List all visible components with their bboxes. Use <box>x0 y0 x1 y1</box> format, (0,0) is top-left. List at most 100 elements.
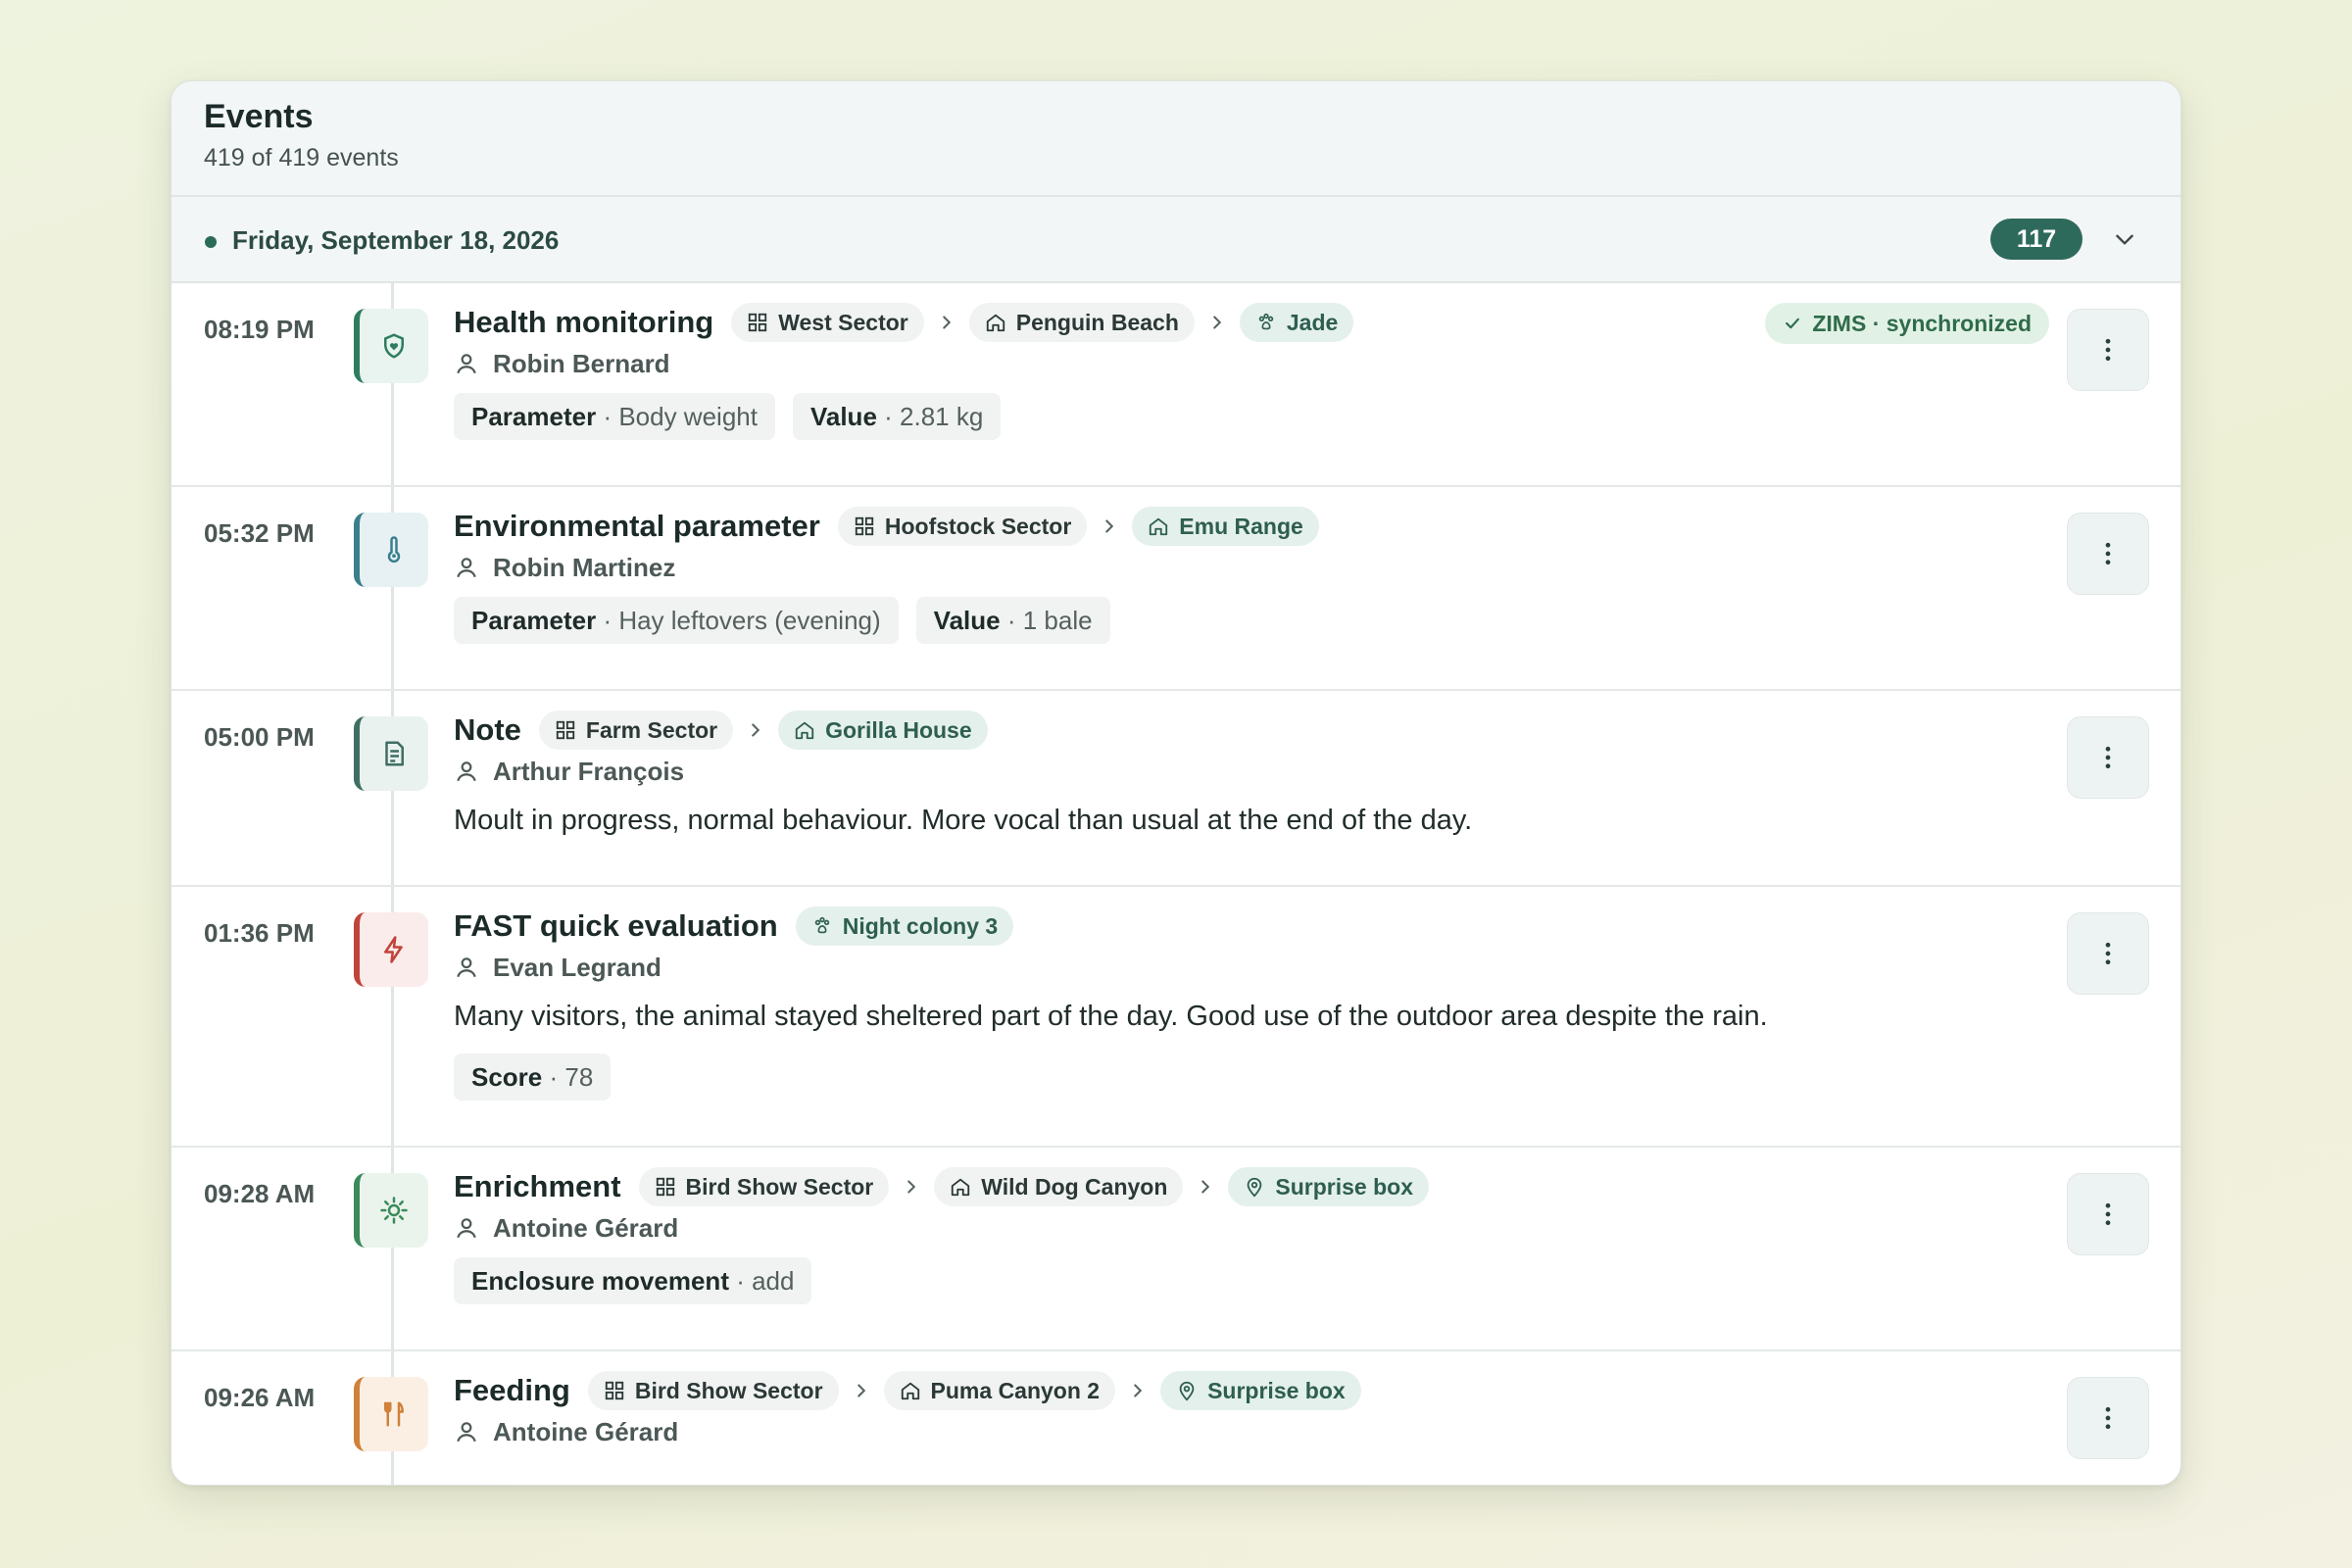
sector-chip[interactable]: Bird Show Sector <box>638 1167 890 1206</box>
event-row[interactable]: 09:26 AM Feeding Bird Show Sector Puma C… <box>172 1351 2180 1485</box>
lightning-icon <box>354 912 428 987</box>
sector-chip[interactable]: Hoofstock Sector <box>837 507 1088 546</box>
chevron-right-icon <box>1206 312 1228 333</box>
sector-label: Bird Show Sector <box>634 1377 823 1403</box>
event-row[interactable]: 05:00 PM Note Farm Sector Gorilla House … <box>172 691 2180 887</box>
user-icon <box>457 1218 476 1239</box>
paw-icon <box>1258 313 1274 330</box>
sector-chip[interactable]: West Sector <box>731 303 924 342</box>
event-note-text: Moult in progress, normal behaviour. Mor… <box>454 805 1473 836</box>
grid-icon <box>749 313 767 332</box>
home-icon <box>1150 517 1168 536</box>
more-options-button[interactable] <box>2067 309 2149 391</box>
user-name: Evan Legrand <box>493 952 662 982</box>
event-time: 09:26 AM <box>204 1383 316 1412</box>
grid-icon <box>556 720 575 740</box>
event-time: 09:28 AM <box>204 1179 316 1208</box>
event-user: Robin Martinez <box>454 548 675 587</box>
chevron-right-icon <box>936 312 957 333</box>
user-name: Antoine Gérard <box>493 1212 679 1243</box>
value-tag: Value · 2.81 kg <box>792 393 1002 440</box>
animal-label: Jade <box>1286 309 1339 335</box>
chevron-right-icon <box>1195 1176 1216 1198</box>
grid-icon <box>656 1177 674 1197</box>
event-title: Note <box>454 712 521 747</box>
chevron-right-icon <box>745 719 766 741</box>
grid-icon <box>855 516 874 536</box>
score-tag: Score · 78 <box>454 1054 612 1101</box>
enclosure-chip[interactable]: Gorilla House <box>778 710 988 750</box>
sector-chip[interactable]: Farm Sector <box>538 710 734 750</box>
location-pin-icon <box>1248 1177 1262 1198</box>
more-vertical-icon <box>2105 542 2111 565</box>
home-icon <box>986 314 1004 332</box>
more-vertical-icon <box>2105 1406 2111 1430</box>
more-vertical-icon <box>2105 338 2111 362</box>
day-dot-icon <box>205 236 217 248</box>
more-options-button[interactable] <box>2067 1173 2149 1255</box>
event-user: Antoine Gérard <box>454 1208 678 1248</box>
animal-chip[interactable]: Night colony 3 <box>795 906 1014 946</box>
more-options-button[interactable] <box>2067 716 2149 799</box>
event-time: 05:00 PM <box>204 722 315 752</box>
sector-label: Farm Sector <box>585 716 718 743</box>
enclosure-chip[interactable]: Emu Range <box>1132 507 1319 546</box>
zims-status-badge: ZIMS · synchronized <box>1765 303 2049 344</box>
thermometer-icon <box>354 513 428 587</box>
chevron-right-icon <box>901 1176 922 1198</box>
user-name: Arthur François <box>493 756 685 786</box>
location-pin-icon <box>1179 1381 1195 1401</box>
more-vertical-icon <box>2105 942 2111 965</box>
event-row[interactable]: 05:32 PM Environmental parameter Hoofsto… <box>172 487 2180 691</box>
event-user: Robin Bernard <box>454 344 670 383</box>
events-header: Events 419 of 419 events <box>172 81 2180 197</box>
enclosure-label: Wild Dog Canyon <box>981 1173 1168 1200</box>
user-name: Antoine Gérard <box>493 1416 679 1446</box>
spot-label: Surprise box <box>1207 1377 1346 1403</box>
more-options-button[interactable] <box>2067 513 2149 595</box>
enclosure-chip[interactable]: Penguin Beach <box>968 303 1195 342</box>
enclosure-label: Puma Canyon 2 <box>930 1377 1101 1403</box>
sector-label: West Sector <box>778 309 908 335</box>
event-user: Arthur François <box>454 752 684 791</box>
spot-chip[interactable]: Surprise box <box>1160 1371 1361 1410</box>
more-vertical-icon <box>2105 1202 2111 1226</box>
user-icon <box>457 957 476 978</box>
home-icon <box>952 1178 970 1197</box>
day-group-header[interactable]: Friday, September 18, 2026 117 <box>172 197 2180 283</box>
enclosure-chip[interactable]: Puma Canyon 2 <box>883 1371 1116 1410</box>
event-row[interactable]: 09:28 AM Enrichment Bird Show Sector Wil… <box>172 1148 2180 1351</box>
event-time: 08:19 PM <box>204 315 315 344</box>
spot-label: Surprise box <box>1275 1173 1414 1200</box>
animal-label: Night colony 3 <box>842 912 999 939</box>
chevron-right-icon <box>851 1380 872 1401</box>
more-options-button[interactable] <box>2067 912 2149 995</box>
fork-knife-icon <box>354 1377 428 1451</box>
spot-chip[interactable]: Surprise box <box>1228 1167 1430 1206</box>
day-label: Friday, September 18, 2026 <box>232 225 560 255</box>
event-title: Environmental parameter <box>454 509 820 543</box>
user-icon <box>457 558 476 578</box>
user-icon <box>457 1422 476 1443</box>
parameter-tag: Parameter · Body weight <box>454 393 775 440</box>
events-count: 419 of 419 events <box>204 144 399 172</box>
zims-status-label: ZIMS · synchronized <box>1812 310 2032 336</box>
chevron-down-icon[interactable] <box>2112 226 2137 252</box>
check-icon <box>1786 318 1800 329</box>
user-icon <box>457 354 476 374</box>
more-options-button[interactable] <box>2067 1377 2149 1459</box>
event-time: 01:36 PM <box>204 918 315 948</box>
sector-chip[interactable]: Bird Show Sector <box>587 1371 839 1410</box>
event-row[interactable]: 08:19 PM Health monitoring West Sector P… <box>172 283 2180 487</box>
home-icon <box>901 1382 919 1400</box>
user-icon <box>457 761 476 782</box>
event-title: Feeding <box>454 1373 570 1407</box>
animal-chip[interactable]: Jade <box>1239 303 1354 342</box>
events-card: Events 419 of 419 events Friday, Septemb… <box>171 80 2181 1486</box>
chevron-right-icon <box>1127 1380 1149 1401</box>
day-count-badge: 117 <box>1990 219 2082 260</box>
enclosure-chip[interactable]: Wild Dog Canyon <box>934 1167 1184 1206</box>
enclosure-label: Penguin Beach <box>1015 309 1179 335</box>
event-row[interactable]: 01:36 PM FAST quick evaluation Night col… <box>172 887 2180 1148</box>
paw-icon <box>814 916 829 934</box>
